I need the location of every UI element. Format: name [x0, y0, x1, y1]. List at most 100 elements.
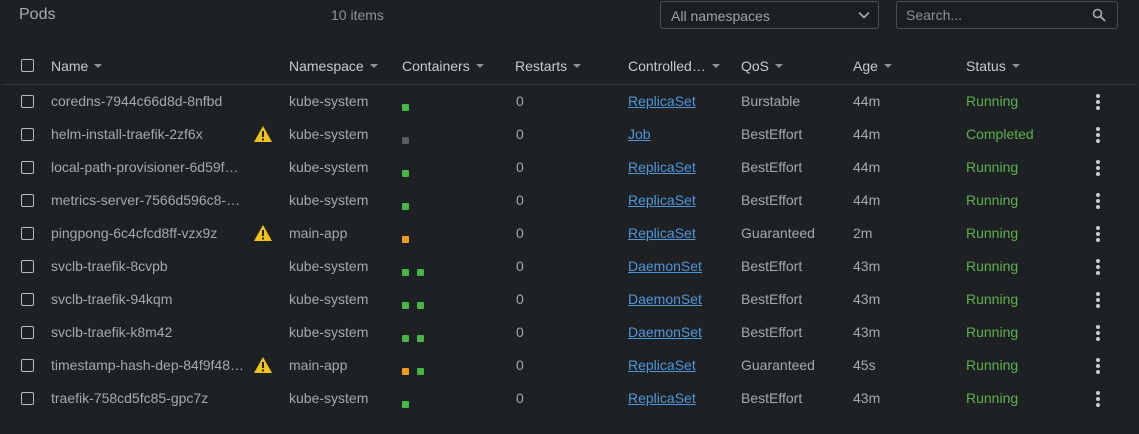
namespace-select[interactable]: All namespaces [660, 1, 879, 29]
pod-age: 44m [853, 159, 881, 175]
more-vertical-icon[interactable] [1096, 325, 1100, 341]
table-row[interactable]: coredns-7944c66d8d-8nfbd kube-system 0 Repl… [4, 85, 1137, 118]
restart-count: 0 [516, 192, 524, 208]
controlled-by-link[interactable]: ReplicaSet [628, 93, 696, 109]
controlled-by-link[interactable]: DaemonSet [628, 258, 702, 274]
table-row[interactable]: svclb-traefik-8cvpb kube-system 0 DaemonSet… [4, 250, 1137, 283]
namespace-select-value: All namespaces [671, 8, 770, 24]
column-header-status[interactable]: Status [966, 58, 1020, 74]
restart-count: 0 [516, 357, 524, 373]
row-checkbox[interactable] [21, 326, 34, 339]
container-status-indicators [402, 197, 417, 210]
qos-class: BestEffort [741, 192, 803, 208]
warning-icon [254, 357, 272, 373]
pod-name: traefik-758cd5fc85-gpc7z [51, 390, 209, 406]
container-status-icon [402, 368, 409, 375]
row-checkbox[interactable] [21, 359, 34, 372]
column-header-age[interactable]: Age [853, 58, 892, 74]
more-vertical-icon[interactable] [1096, 226, 1100, 242]
more-vertical-icon[interactable] [1096, 358, 1100, 374]
pod-age: 44m [853, 93, 881, 109]
row-checkbox[interactable] [21, 95, 34, 108]
sort-caret-icon [711, 64, 720, 69]
table-row[interactable]: traefik-758cd5fc85-gpc7z kube-system 0 Repl… [4, 382, 1137, 415]
more-vertical-icon[interactable] [1096, 127, 1100, 143]
pod-age: 43m [853, 258, 881, 274]
controlled-by-link[interactable]: DaemonSet [628, 291, 702, 307]
pod-name: local-path-provisioner-6d59f4… [51, 159, 246, 175]
more-vertical-icon[interactable] [1096, 259, 1100, 275]
column-header-qos[interactable]: QoS [741, 58, 784, 74]
sort-caret-icon [475, 64, 484, 69]
container-status-icon [417, 368, 424, 375]
row-checkbox[interactable] [21, 293, 34, 306]
search-input[interactable] [897, 2, 1086, 28]
search-box [896, 1, 1118, 29]
container-status-icon [402, 137, 409, 144]
row-checkbox[interactable] [21, 194, 34, 207]
controlled-by-link[interactable]: ReplicaSet [628, 225, 696, 241]
column-header-controlled-by[interactable]: Controlled… [628, 58, 720, 74]
more-vertical-icon[interactable] [1096, 391, 1100, 407]
container-status-icon [402, 302, 409, 309]
pod-age: 43m [853, 390, 881, 406]
controlled-by-link[interactable]: Job [628, 126, 651, 142]
search-icon[interactable] [1092, 8, 1106, 22]
sort-caret-icon [573, 64, 582, 69]
more-vertical-icon[interactable] [1096, 193, 1100, 209]
column-header-name[interactable]: Name [51, 58, 103, 74]
qos-class: BestEffort [741, 126, 803, 142]
row-checkbox[interactable] [21, 392, 34, 405]
controlled-by-link[interactable]: ReplicaSet [628, 357, 696, 373]
container-status-icon [417, 335, 424, 342]
table-row[interactable]: svclb-traefik-k8m42 kube-system 0 DaemonSet… [4, 316, 1137, 349]
column-header-namespace[interactable]: Namespace [289, 58, 378, 74]
column-header-restarts[interactable]: Restarts [515, 58, 582, 74]
pod-namespace: main-app [289, 225, 348, 241]
controlled-by-link[interactable]: DaemonSet [628, 324, 702, 340]
more-vertical-icon[interactable] [1096, 160, 1100, 176]
toolbar: Pods 10 items All namespaces [4, 0, 1137, 36]
pod-name: pingpong-6c4cfcd8ff-vzx9z [51, 225, 218, 241]
row-checkbox[interactable] [21, 128, 34, 141]
table-row[interactable]: helm-install-traefik-2zf6x kube-system 0 Jo… [4, 118, 1137, 151]
pod-namespace: kube-system [289, 390, 369, 406]
row-checkbox[interactable] [21, 161, 34, 174]
qos-class: Burstable [741, 93, 801, 109]
restart-count: 0 [516, 93, 524, 109]
table-header: Name Namespace Containers Restarts Contr… [4, 50, 1137, 85]
container-status-icon [402, 236, 409, 243]
controlled-by-link[interactable]: ReplicaSet [628, 159, 696, 175]
container-status-icon [417, 269, 424, 276]
table-row[interactable]: svclb-traefik-94kqm kube-system 0 DaemonSet… [4, 283, 1137, 316]
qos-class: Guaranteed [741, 357, 815, 373]
status-badge: Running [966, 357, 1019, 373]
container-status-icon [402, 335, 409, 342]
controlled-by-link[interactable]: ReplicaSet [628, 192, 696, 208]
more-vertical-icon[interactable] [1096, 292, 1100, 308]
row-checkbox[interactable] [21, 260, 34, 273]
container-status-indicators [402, 230, 417, 243]
pod-age: 2m [853, 225, 873, 241]
table-row[interactable]: local-path-provisioner-6d59f4… kube-syste… [4, 151, 1137, 184]
column-label: Containers [402, 58, 470, 74]
table-row[interactable]: timestamp-hash-dep-84f9f48… main-app 0 Repl… [4, 349, 1137, 382]
column-label: QoS [741, 58, 770, 74]
container-status-indicators [402, 263, 432, 276]
pod-namespace: main-app [289, 357, 348, 373]
more-vertical-icon[interactable] [1096, 94, 1100, 110]
column-header-containers[interactable]: Containers [402, 58, 484, 74]
table-row[interactable]: metrics-server-7566d596c8-g… kube-system 0… [4, 184, 1137, 217]
select-all-checkbox[interactable] [21, 59, 34, 72]
status-badge: Running [966, 192, 1019, 208]
row-checkbox[interactable] [21, 227, 34, 240]
pod-name: svclb-traefik-8cvpb [51, 258, 168, 274]
restart-count: 0 [516, 159, 524, 175]
pod-name: timestamp-hash-dep-84f9f48… [51, 357, 244, 373]
container-status-icon [402, 401, 409, 408]
container-status-indicators [402, 131, 417, 144]
table-row[interactable]: pingpong-6c4cfcd8ff-vzx9z main-app 0 Replic… [4, 217, 1137, 250]
controlled-by-link[interactable]: ReplicaSet [628, 390, 696, 406]
sort-caret-icon [775, 64, 784, 69]
qos-class: BestEffort [741, 324, 803, 340]
